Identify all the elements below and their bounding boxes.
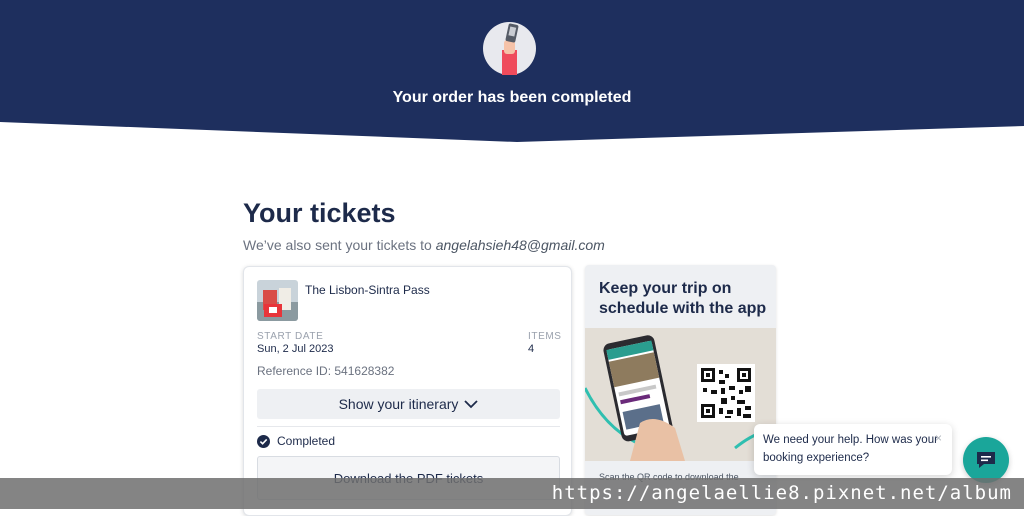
card-divider [257, 426, 560, 427]
status-label: Completed [277, 434, 336, 448]
app-promo-image [585, 328, 776, 461]
chat-icon [977, 452, 995, 468]
page-title: Your order has been completed [392, 89, 632, 106]
tickets-sent-note: We’ve also sent your tickets to angelahs… [243, 237, 605, 253]
product-name: The Lisbon-Sintra Pass [305, 283, 430, 297]
header-banner: Your order has been completed [0, 0, 1024, 142]
items-label: ITEMS [528, 331, 562, 342]
reference-id: Reference ID: 541628382 [257, 364, 395, 378]
start-date-value: Sun, 2 Jul 2023 [257, 343, 334, 355]
show-itinerary-label: Show your itinerary [338, 396, 459, 412]
start-date-label: START DATE [257, 331, 324, 342]
chat-button[interactable] [963, 437, 1009, 483]
close-icon[interactable]: × [935, 431, 942, 445]
items-value: 4 [528, 343, 535, 355]
app-promo-title: Keep your trip on schedule with the app [599, 280, 767, 317]
show-itinerary-button[interactable]: Show your itinerary [257, 389, 560, 419]
chevron-down-icon [464, 399, 479, 408]
order-complete-icon [483, 22, 536, 75]
email-address: angelahsieh48@gmail.com [435, 237, 605, 253]
check-circle-icon [257, 434, 270, 448]
watermark-bar: https://angelaellie8.pixnet.net/album [0, 478, 1024, 509]
sent-text: We’ve also sent your tickets to [243, 237, 436, 253]
feedback-chat-bubble[interactable]: We need your help. How was your booking … [754, 424, 952, 475]
order-status: Completed [257, 434, 335, 448]
tickets-heading: Your tickets [243, 198, 396, 228]
product-thumbnail [257, 280, 298, 321]
